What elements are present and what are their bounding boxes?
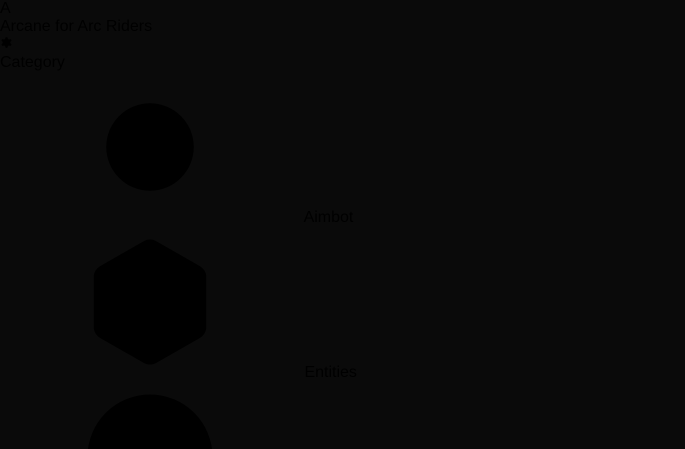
brand-text: Arcane for Arc Riders xyxy=(0,18,685,36)
sidebar: A Arcane for Arc Riders Category Aimbot … xyxy=(0,0,685,449)
brand-card: A Arcane for Arc Riders xyxy=(0,0,685,54)
cube-icon xyxy=(0,227,300,377)
game-background-edge xyxy=(0,0,9,449)
sidebar-item-label: Entities xyxy=(304,364,356,381)
sidebar-item-world[interactable]: World xyxy=(0,382,685,449)
brand-logo: A xyxy=(0,0,685,18)
brand-subtitle: for Arc Riders xyxy=(55,18,152,35)
arcane-menu-window: A Arcane for Arc Riders Category Aimbot … xyxy=(0,0,685,449)
crosshair-icon xyxy=(0,72,300,222)
category-label: Category xyxy=(0,54,685,72)
screen: A Arcane for Arc Riders Category Aimbot … xyxy=(0,0,685,449)
sidebar-item-aimbot[interactable]: Aimbot xyxy=(0,72,685,227)
sidebar-item-label: Aimbot xyxy=(304,209,354,226)
globe-icon xyxy=(0,382,300,449)
sidebar-item-entities[interactable]: Entities xyxy=(0,227,685,382)
